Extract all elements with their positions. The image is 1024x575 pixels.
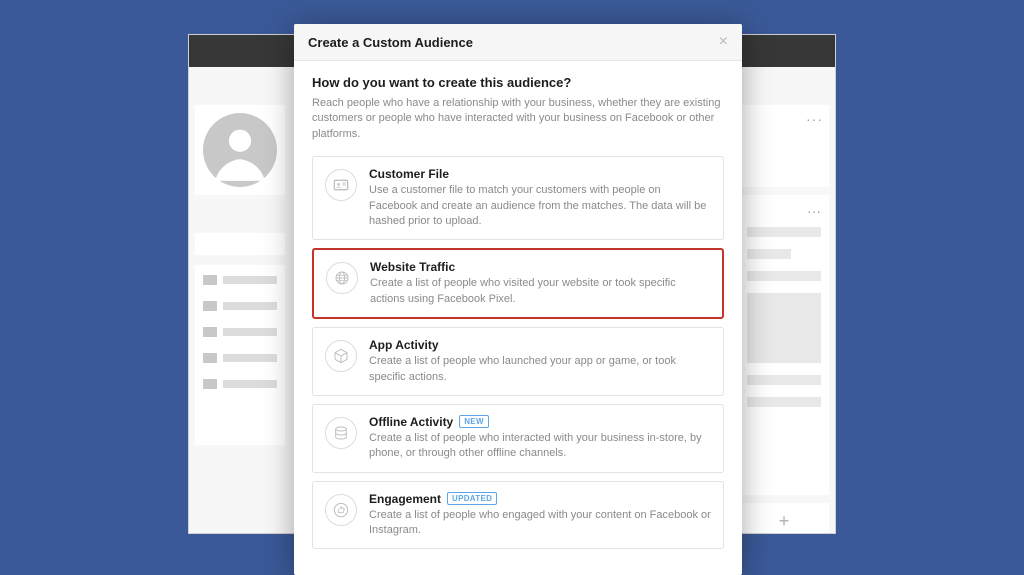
left-sidebar-list <box>195 265 285 445</box>
modal-header: Create a Custom Audience × <box>294 24 742 61</box>
modal-body: How do you want to create this audience?… <box>294 61 742 575</box>
modal-subtext: Reach people who have a relationship wit… <box>312 96 724 142</box>
avatar <box>195 105 285 195</box>
stack-icon <box>325 417 357 449</box>
add-panel-button[interactable]: + <box>739 503 829 534</box>
option-title: Offline ActivityNEW <box>369 415 711 429</box>
create-audience-modal: Create a Custom Audience × How do you wa… <box>294 24 742 575</box>
badge-updated: UPDATED <box>447 492 497 505</box>
box-icon <box>325 340 357 372</box>
more-icon[interactable]: ··· <box>747 203 821 219</box>
option-website-traffic[interactable]: Website Traffic Create a list of people w… <box>312 248 724 319</box>
left-sidebar-block <box>195 233 285 255</box>
modal-question: How do you want to create this audience? <box>312 75 724 90</box>
plus-icon: + <box>779 511 790 532</box>
right-panel-top: ··· <box>739 105 829 187</box>
option-desc: Create a list of people who engaged with… <box>369 508 711 539</box>
more-icon[interactable]: ··· <box>806 111 823 127</box>
option-title: EngagementUPDATED <box>369 492 711 506</box>
option-app-activity[interactable]: App Activity Create a list of people who … <box>312 327 724 396</box>
thumb-icon <box>325 494 357 526</box>
avatar-placeholder-icon <box>203 113 277 187</box>
option-title: Website Traffic <box>370 260 710 274</box>
option-engagement[interactable]: EngagementUPDATED Create a list of people… <box>312 481 724 550</box>
right-panel-main: ··· <box>739 195 829 495</box>
option-title: App Activity <box>369 338 711 352</box>
close-icon[interactable]: × <box>719 34 728 50</box>
option-customer-file[interactable]: Customer File Use a customer file to matc… <box>312 156 724 240</box>
option-title: Customer File <box>369 167 711 181</box>
option-desc: Create a list of people who launched you… <box>369 354 711 385</box>
option-desc: Create a list of people who interacted w… <box>369 431 711 462</box>
option-desc: Use a customer file to match your custom… <box>369 183 711 229</box>
option-offline-activity[interactable]: Offline ActivityNEW Create a list of peop… <box>312 404 724 473</box>
option-desc: Create a list of people who visited your… <box>370 276 710 307</box>
id-card-icon <box>325 169 357 201</box>
badge-new: NEW <box>459 415 489 428</box>
modal-title: Create a Custom Audience <box>308 35 473 50</box>
globe-icon <box>326 262 358 294</box>
